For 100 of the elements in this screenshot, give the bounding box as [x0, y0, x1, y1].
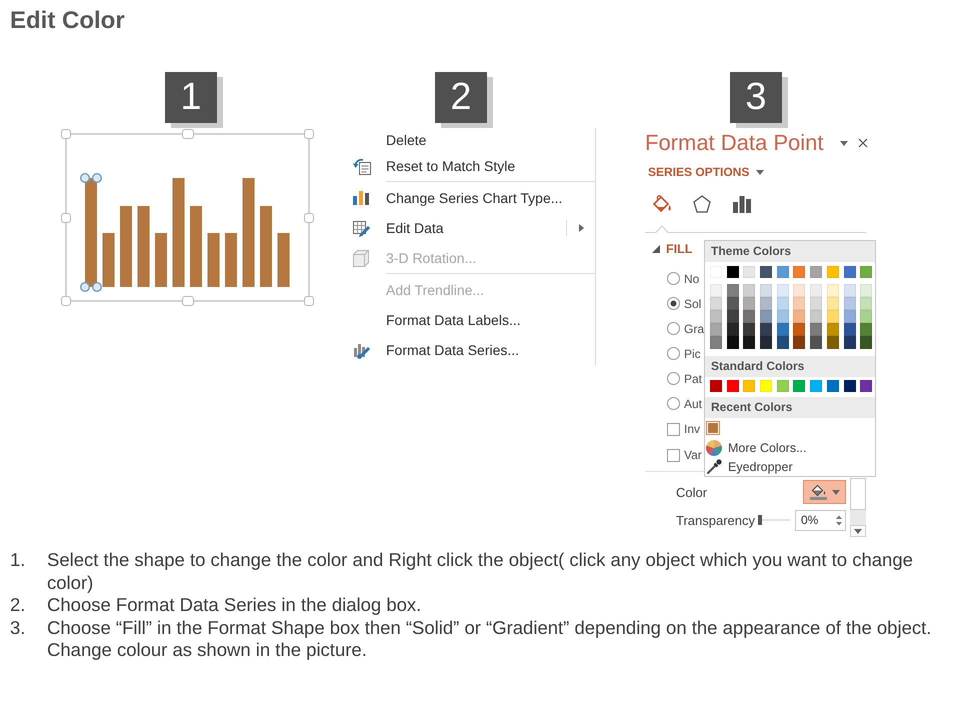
color-swatch[interactable]: [826, 284, 839, 297]
color-swatch[interactable]: [760, 284, 772, 297]
color-swatch[interactable]: [710, 323, 722, 336]
menu-item[interactable]: Change Series Chart Type...: [350, 183, 595, 213]
radio-button[interactable]: [667, 397, 680, 410]
color-swatch[interactable]: [860, 310, 872, 323]
color-swatch[interactable]: [810, 336, 822, 349]
color-swatch[interactable]: [793, 380, 806, 392]
scrollbar[interactable]: [850, 478, 866, 537]
color-swatch[interactable]: [726, 380, 739, 392]
color-swatch[interactable]: [793, 323, 806, 336]
color-swatch[interactable]: [743, 284, 756, 297]
color-swatch[interactable]: [706, 421, 720, 435]
color-swatch[interactable]: [793, 266, 806, 278]
color-swatch[interactable]: [776, 336, 789, 349]
color-swatch[interactable]: [810, 297, 822, 310]
color-swatch[interactable]: [844, 336, 856, 349]
color-swatch[interactable]: [826, 297, 839, 310]
color-swatch[interactable]: [826, 336, 839, 349]
color-swatch[interactable]: [726, 284, 739, 297]
color-swatch[interactable]: [743, 336, 756, 349]
checkbox[interactable]: [667, 422, 680, 436]
menu-item[interactable]: Format Data Series...: [350, 335, 595, 365]
menu-item[interactable]: Reset to Match Style: [350, 151, 595, 181]
radio-button[interactable]: [667, 322, 680, 335]
color-swatch[interactable]: [860, 336, 872, 349]
color-swatch[interactable]: [726, 266, 739, 278]
color-swatch[interactable]: [726, 310, 739, 323]
color-swatch[interactable]: [760, 380, 772, 392]
color-swatch[interactable]: [844, 380, 856, 392]
menu-item[interactable]: Format Data Labels...: [350, 305, 595, 335]
color-swatch[interactable]: [826, 323, 839, 336]
color-swatch[interactable]: [810, 284, 822, 297]
color-swatch[interactable]: [860, 266, 872, 278]
menu-item[interactable]: More Colors...: [705, 438, 875, 457]
color-swatch[interactable]: [760, 266, 772, 278]
color-swatch[interactable]: [743, 323, 756, 336]
color-swatch[interactable]: [743, 380, 756, 392]
color-swatch[interactable]: [776, 323, 789, 336]
color-swatch[interactable]: [793, 284, 806, 297]
menu-item[interactable]: Edit Data: [350, 213, 595, 243]
color-swatch[interactable]: [810, 323, 822, 336]
series-options-dropdown[interactable]: SERIES OPTIONS: [648, 165, 764, 179]
color-swatch[interactable]: [743, 297, 756, 310]
resize-handle[interactable]: [61, 212, 71, 222]
close-icon[interactable]: [858, 138, 868, 148]
color-swatch[interactable]: [810, 310, 822, 323]
resize-handle[interactable]: [304, 129, 314, 139]
color-swatch[interactable]: [844, 310, 856, 323]
color-swatch[interactable]: [743, 266, 756, 278]
color-swatch[interactable]: [776, 310, 789, 323]
resize-handle[interactable]: [182, 296, 194, 306]
color-swatch[interactable]: [726, 323, 739, 336]
color-swatch[interactable]: [793, 297, 806, 310]
color-swatch[interactable]: [860, 323, 872, 336]
menu-item[interactable]: Delete: [350, 128, 595, 151]
color-swatch[interactable]: [844, 284, 856, 297]
color-swatch[interactable]: [776, 266, 789, 278]
color-swatch[interactable]: [810, 380, 822, 392]
color-swatch[interactable]: [826, 310, 839, 323]
transparency-field[interactable]: 0%: [795, 510, 846, 530]
color-swatch[interactable]: [710, 310, 722, 323]
color-swatch[interactable]: [860, 380, 872, 392]
color-swatch[interactable]: [776, 297, 789, 310]
color-swatch[interactable]: [743, 310, 756, 323]
caret-icon[interactable]: [840, 140, 848, 146]
scroll-down-button[interactable]: [850, 525, 866, 537]
resize-handle[interactable]: [182, 129, 194, 139]
color-swatch[interactable]: [710, 297, 722, 310]
color-swatch[interactable]: [760, 336, 772, 349]
color-button[interactable]: [803, 480, 846, 504]
color-swatch[interactable]: [710, 284, 722, 297]
resize-handle[interactable]: [61, 129, 71, 139]
color-swatch[interactable]: [760, 310, 772, 323]
color-swatch[interactable]: [810, 266, 822, 278]
color-swatch[interactable]: [826, 380, 839, 392]
color-swatch[interactable]: [726, 336, 739, 349]
resize-handle[interactable]: [304, 296, 314, 306]
color-swatch[interactable]: [793, 310, 806, 323]
radio-button[interactable]: [667, 297, 680, 310]
scrollbar-thumb[interactable]: [850, 478, 866, 510]
section-toggle[interactable]: FILL: [652, 236, 692, 262]
color-swatch[interactable]: [710, 336, 722, 349]
resize-handle[interactable]: [304, 212, 314, 222]
radio-button[interactable]: [667, 272, 680, 285]
radio-button[interactable]: [667, 372, 680, 385]
color-swatch[interactable]: [860, 284, 872, 297]
slider-thumb[interactable]: [758, 515, 762, 525]
radio-button[interactable]: [667, 347, 680, 360]
color-swatch[interactable]: [710, 380, 722, 392]
menu-item[interactable]: Eyedropper: [705, 457, 875, 476]
color-swatch[interactable]: [776, 284, 789, 297]
color-swatch[interactable]: [793, 336, 806, 349]
color-swatch[interactable]: [844, 266, 856, 278]
color-swatch[interactable]: [860, 297, 872, 310]
color-swatch[interactable]: [844, 297, 856, 310]
checkbox[interactable]: [667, 448, 680, 462]
color-swatch[interactable]: [826, 266, 839, 278]
color-swatch[interactable]: [844, 323, 856, 336]
spin-arrows-icon[interactable]: [836, 514, 842, 526]
